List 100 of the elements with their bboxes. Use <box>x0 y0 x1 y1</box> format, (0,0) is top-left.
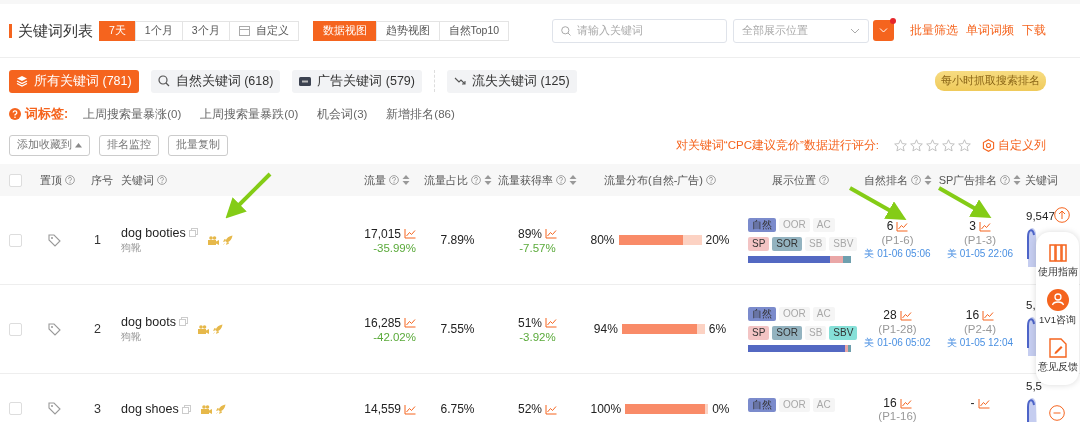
help-icon[interactable] <box>65 175 75 185</box>
action-button[interactable]: 添加收藏到 <box>9 134 90 156</box>
trend-chart-icon[interactable] <box>896 220 909 232</box>
help-icon[interactable] <box>818 175 829 185</box>
category-tab[interactable]: 自然关键词 (618) <box>150 69 281 93</box>
word-tag-filter[interactable]: 机会词(3) <box>317 106 368 122</box>
help-icon[interactable] <box>706 175 716 185</box>
star-icon[interactable] <box>926 138 939 152</box>
help-icon[interactable] <box>157 175 167 185</box>
sort-icon[interactable] <box>402 174 410 186</box>
column-header[interactable]: 序号 <box>90 172 113 188</box>
rank-time: 美 01-06 05:02 <box>864 336 931 350</box>
filter-dropdown-button[interactable] <box>873 20 894 41</box>
column-header[interactable]: SP广告排名 <box>938 172 1022 188</box>
trend-chart-icon[interactable] <box>545 317 557 328</box>
trend-chart-icon[interactable] <box>545 403 557 415</box>
star-icon[interactable] <box>958 138 971 152</box>
star-rating[interactable] <box>894 138 971 152</box>
word-tag-filter[interactable]: 新增排名(86) <box>386 106 455 122</box>
collapse-icon[interactable] <box>1049 405 1065 421</box>
row-checkbox[interactable] <box>9 322 22 336</box>
copy-icon[interactable] <box>188 228 198 237</box>
scroll-up-icon[interactable] <box>1054 207 1070 223</box>
action-button[interactable]: 批量复制 <box>168 134 228 156</box>
row-checkbox[interactable] <box>9 233 22 247</box>
action-button[interactable]: 排名监控 <box>99 134 159 156</box>
video-camera-icon <box>197 324 209 334</box>
rocket-icon <box>212 324 223 334</box>
copy-icon[interactable] <box>178 317 188 326</box>
page-title: 关键词列表 <box>9 23 93 38</box>
star-icon[interactable] <box>910 138 923 152</box>
book-icon <box>1047 243 1068 264</box>
metric-value: 52% <box>518 402 542 416</box>
trend-chart-icon[interactable] <box>982 309 995 321</box>
position-tag: SOR <box>772 236 802 251</box>
tab[interactable]: 自然Top10 <box>438 20 510 41</box>
sort-icon[interactable] <box>1013 174 1022 186</box>
position-tag: OOR <box>779 217 810 232</box>
trend-chart-icon[interactable] <box>978 220 991 232</box>
caret-up-icon <box>75 142 82 148</box>
select-all-checkbox[interactable] <box>9 173 22 187</box>
trend-down-icon <box>453 76 466 86</box>
help-icon[interactable] <box>389 175 399 185</box>
trend-chart-icon[interactable] <box>899 397 912 409</box>
keyword-translation: 狗靴 <box>121 240 141 255</box>
help-icon[interactable] <box>9 108 21 120</box>
column-header[interactable]: 流量 <box>364 172 410 188</box>
metric-value: 51% <box>518 315 542 330</box>
tab[interactable]: 趋势视图 <box>375 20 440 41</box>
sort-icon[interactable] <box>923 174 932 186</box>
rank-value: 28 <box>883 308 897 322</box>
position-tag: SB <box>805 236 827 251</box>
natural-percent: 94% <box>593 322 618 336</box>
star-icon[interactable] <box>894 138 907 152</box>
word-tag-filter[interactable]: 上周搜索量暴跌(0) <box>200 106 299 122</box>
tag-icon[interactable] <box>48 322 61 336</box>
help-panel-item[interactable]: 1V1咨询 <box>1039 289 1076 328</box>
help-panel-item[interactable]: 意见反馈 <box>1037 337 1078 374</box>
row-number: 1 <box>94 233 101 247</box>
trend-chart-icon[interactable] <box>899 309 912 321</box>
trend-chart-icon[interactable] <box>977 397 990 409</box>
metric-value: 6.75% <box>440 402 475 416</box>
word-tag-filter[interactable]: 上周搜索量暴涨(0) <box>83 106 182 122</box>
search-icon <box>561 25 571 36</box>
tag-icon[interactable] <box>48 233 61 247</box>
help-icon[interactable] <box>470 175 481 185</box>
trend-chart-icon[interactable] <box>404 228 416 239</box>
column-header[interactable]: 流量获得率 <box>498 172 577 188</box>
column-header[interactable]: 自然排名 <box>863 172 932 188</box>
column-header[interactable]: 展示位置 <box>771 172 829 188</box>
tag-icon[interactable] <box>48 402 61 415</box>
row-checkbox[interactable] <box>9 402 22 415</box>
person-icon <box>1046 289 1069 312</box>
hourly-rank-badge: 每小时抓取搜索排名 <box>935 71 1046 91</box>
column-header[interactable]: 关键词 <box>121 172 167 188</box>
help-icon[interactable] <box>1000 175 1011 185</box>
column-header[interactable]: 置顶 <box>40 172 75 188</box>
trend-chart-icon[interactable] <box>404 317 416 328</box>
category-tab[interactable]: 流失关键词 (125) <box>446 69 577 93</box>
copy-icon[interactable] <box>181 404 191 414</box>
trend-chart-icon[interactable] <box>545 228 557 239</box>
help-icon[interactable] <box>910 175 921 185</box>
help-icon[interactable] <box>556 175 566 185</box>
tab[interactable]: 3个月 <box>181 20 230 41</box>
video-camera-icon <box>200 404 212 414</box>
column-header[interactable]: 流量占比 <box>423 172 492 188</box>
sort-icon[interactable] <box>569 174 577 186</box>
sort-icon[interactable] <box>483 174 492 186</box>
help-panel-item[interactable]: 使用指南 <box>1037 243 1078 280</box>
tab[interactable]: 自定义 <box>228 20 299 41</box>
position-tag: AC <box>812 306 835 321</box>
column-header[interactable]: 关键词 <box>1025 172 1058 188</box>
trend-chart-icon[interactable] <box>404 403 416 415</box>
category-tab[interactable]: 广告关键词 (579) <box>292 69 422 93</box>
star-icon[interactable] <box>942 138 955 152</box>
tab[interactable]: 1个月 <box>134 20 183 41</box>
rank-page: (P2-4) <box>964 323 996 335</box>
column-header[interactable]: 流量分布(自然-广告) <box>604 172 716 188</box>
video-camera-icon <box>207 235 219 245</box>
metric-change: -35.99% <box>373 241 416 254</box>
